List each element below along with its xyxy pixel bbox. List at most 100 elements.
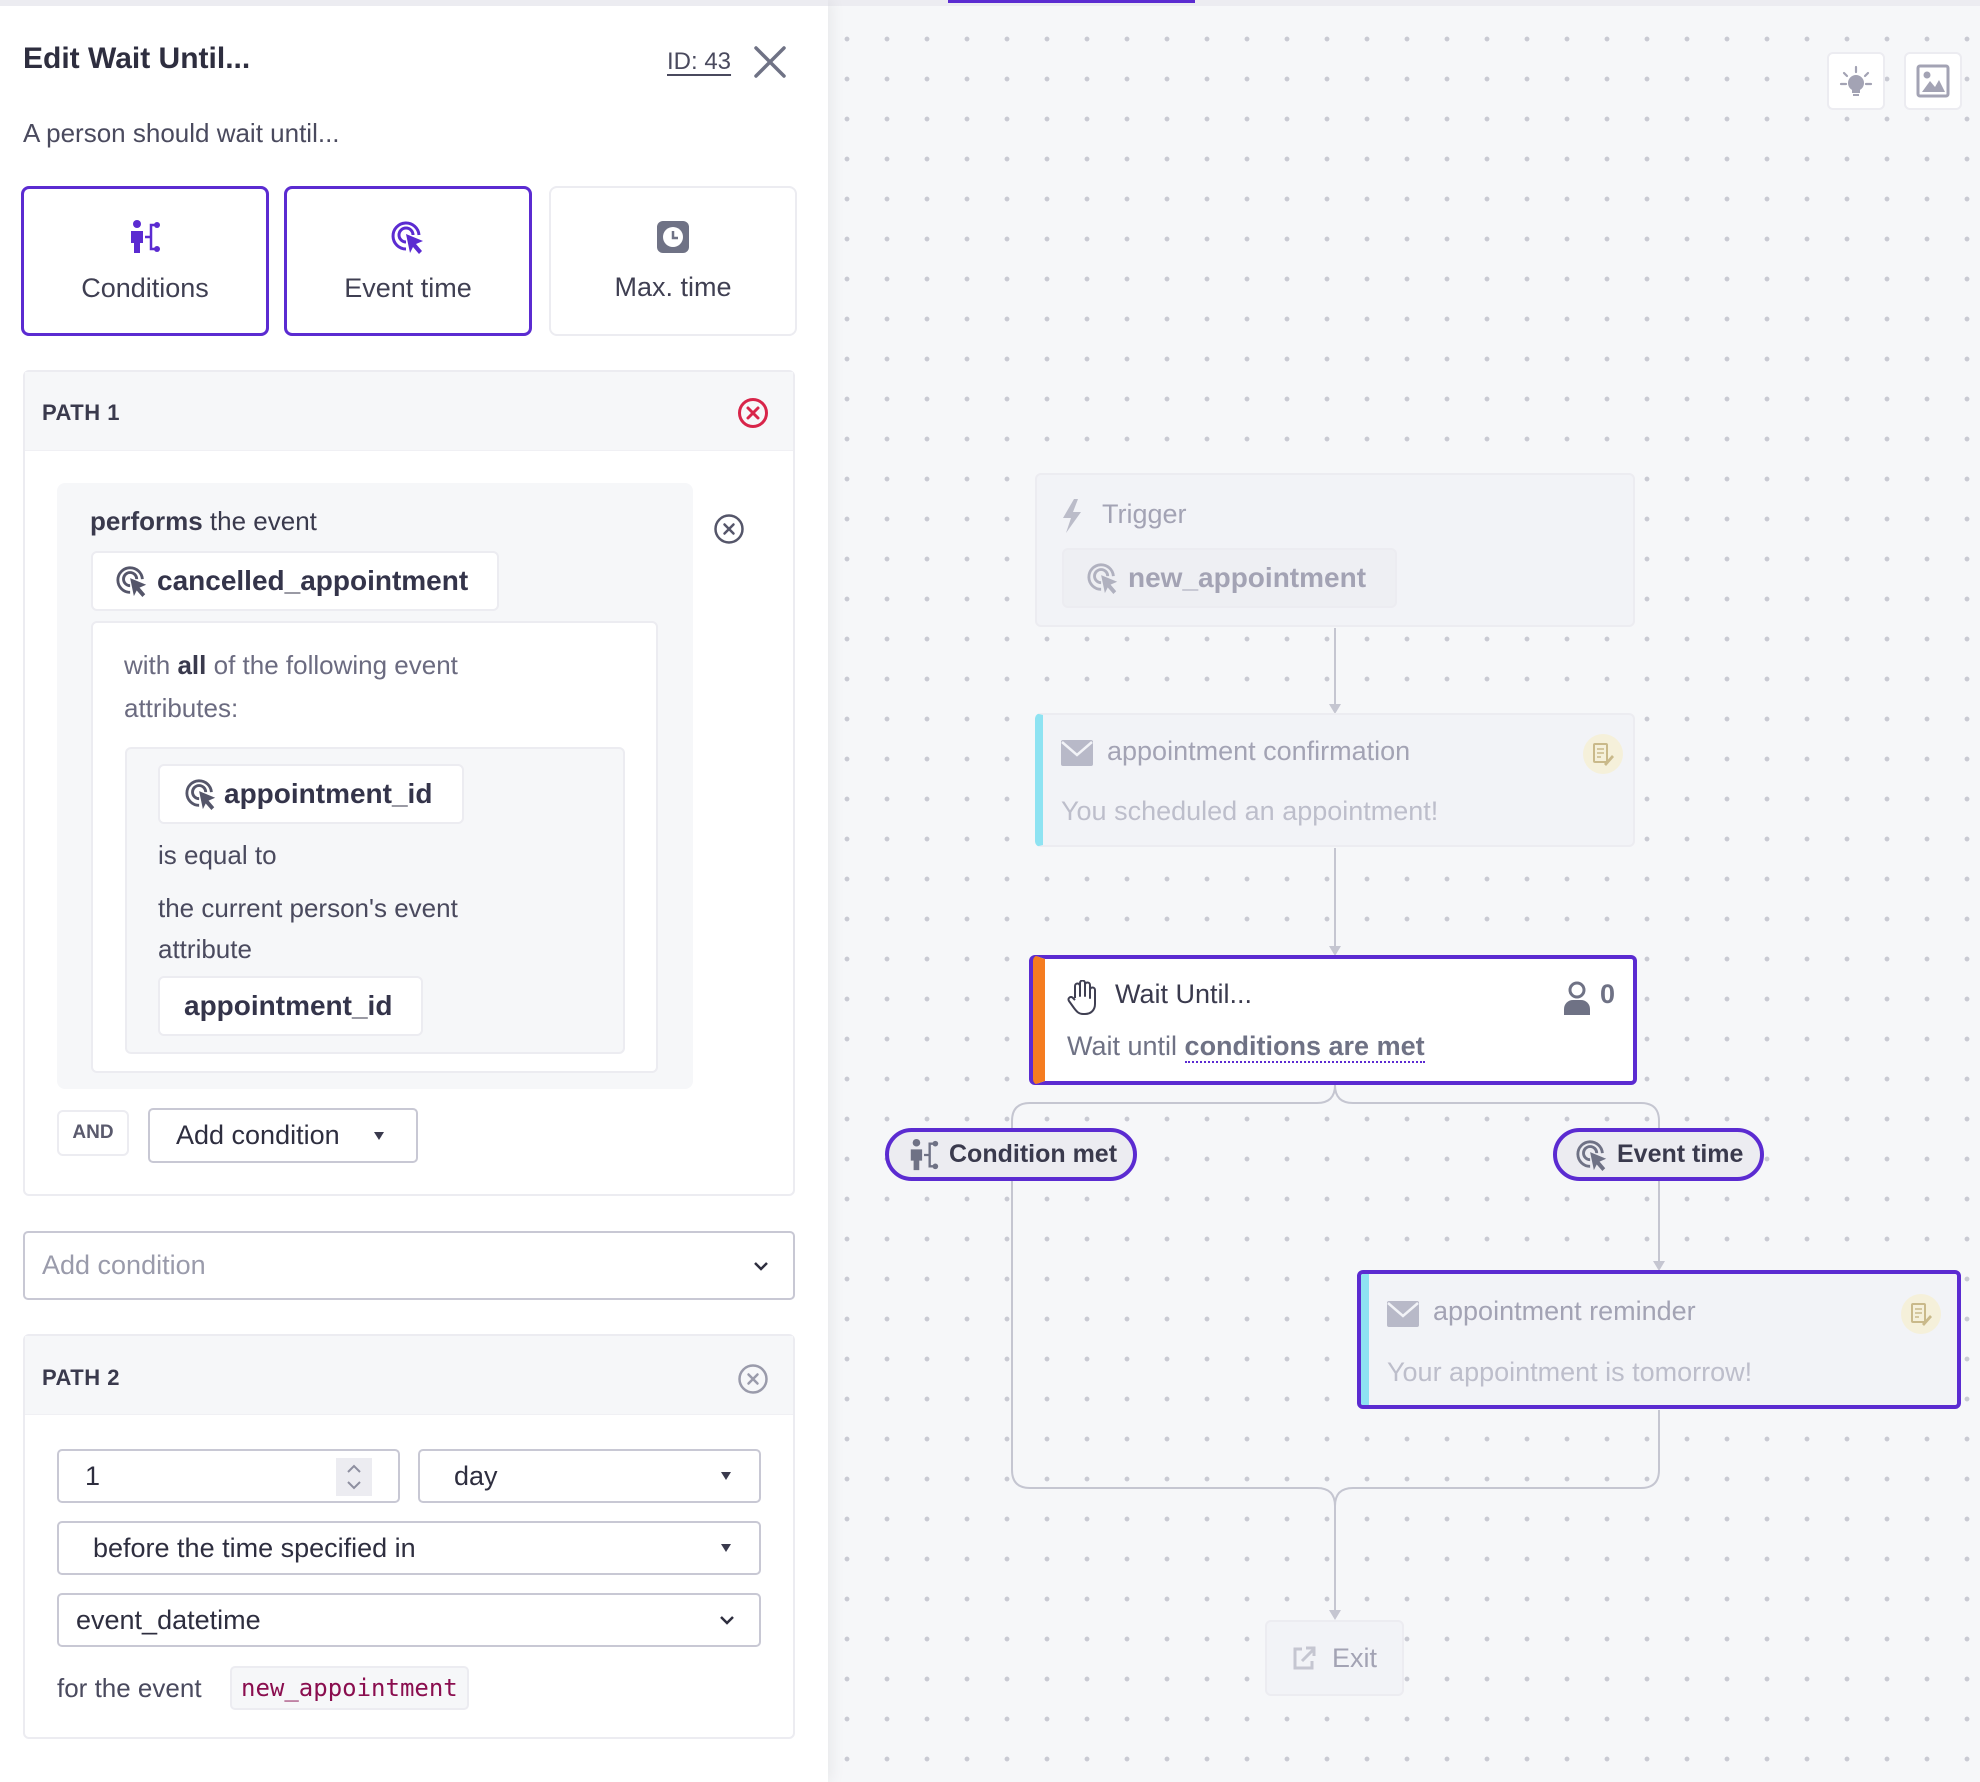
event-code-chip: new_appointment: [230, 1666, 469, 1710]
panel-title: Edit Wait Until...: [23, 42, 251, 75]
clock-icon: [657, 220, 689, 253]
chevron-down-icon: [720, 1616, 734, 1625]
remove-condition-icon[interactable]: [713, 513, 745, 545]
attribute-name: appointment_id: [224, 778, 433, 809]
path-1-header: PATH 1: [25, 372, 793, 451]
branch-condition-met-label: Condition met: [949, 1140, 1118, 1168]
exit-label: Exit: [1331, 1642, 1377, 1673]
unit-select[interactable]: day: [418, 1449, 761, 1503]
reminder-subject: Your appointment is tomorrow!: [1387, 1357, 1753, 1387]
chevron-down-icon: [754, 1261, 768, 1271]
edit-panel: Edit Wait Until... ID: 43 A person shoul…: [0, 0, 828, 1782]
email-accent-bar: [1361, 1274, 1369, 1405]
condition-verb-line: performs the event: [90, 506, 317, 537]
add-condition-dropdown[interactable]: Add condition: [148, 1108, 418, 1163]
attributes-intro: with all of the following event attribut…: [124, 644, 544, 730]
mode-conditions-button[interactable]: Conditions: [21, 186, 269, 336]
condition-verb-rest: the event: [202, 506, 317, 536]
reminder-title: appointment reminder: [1433, 1296, 1696, 1326]
amount-value: 1: [85, 1460, 101, 1491]
attribute-chip[interactable]: appointment_id: [158, 764, 464, 824]
confirmation-title: appointment confirmation: [1107, 736, 1411, 766]
close-icon[interactable]: [752, 44, 788, 80]
mode-event-time-button[interactable]: Event time: [284, 186, 532, 336]
event-click-icon: [1087, 563, 1118, 595]
for-event-text: for the event: [57, 1673, 202, 1703]
branch-event-time-label: Event time: [1617, 1140, 1744, 1168]
operator-text[interactable]: is equal to: [158, 840, 277, 871]
mode-max-time-button[interactable]: Max. time: [549, 186, 797, 336]
condition-verb: performs: [90, 506, 203, 536]
comparison-text[interactable]: the current person's event attribute: [158, 888, 538, 970]
draft-badge: [1583, 734, 1623, 774]
person-branch-icon: [910, 1138, 939, 1170]
stepper-arrows-icon: [347, 1464, 361, 1490]
relation-select[interactable]: before the time specified in: [57, 1521, 761, 1575]
caret-down-icon: [721, 1544, 731, 1552]
trigger-event-name: new_appointment: [1128, 562, 1367, 593]
trigger-event-chip[interactable]: new_appointment: [1062, 548, 1397, 608]
wait-desc-prefix: Wait until: [1067, 1031, 1185, 1061]
node-id-link[interactable]: ID: 43: [667, 48, 731, 76]
wait-title: Wait Until...: [1115, 979, 1253, 1009]
relation-value: before the time specified in: [93, 1532, 416, 1563]
caret-down-icon: [721, 1472, 731, 1480]
add-condition-select[interactable]: Add condition: [23, 1231, 795, 1300]
envelope-icon: [1061, 740, 1093, 766]
mode-conditions-label: Conditions: [81, 272, 209, 303]
trigger-node[interactable]: Trigger new_appointment: [1035, 473, 1635, 627]
tips-button[interactable]: [1827, 52, 1885, 110]
path-1-label: PATH 1: [42, 400, 120, 425]
event-click-icon: [391, 221, 423, 254]
wait-until-node[interactable]: Wait Until... 0 Wait until conditions ar…: [1033, 955, 1637, 1085]
attrs-bold: all: [177, 650, 207, 680]
draft-badge: [1901, 1294, 1941, 1334]
remove-path-1-icon[interactable]: [737, 397, 769, 429]
lightning-icon: [1063, 499, 1081, 533]
add-condition-placeholder: Add condition: [42, 1250, 206, 1280]
add-condition-label: Add condition: [176, 1120, 340, 1150]
wait-person-count: 0: [1600, 979, 1616, 1009]
active-tab-indicator: [948, 0, 1195, 3]
panel-subtitle: A person should wait until...: [23, 118, 340, 148]
edit-note-icon: [1593, 743, 1614, 766]
attrs-prefix: with: [124, 650, 178, 680]
email-node-reminder[interactable]: appointment reminder Your appointment is…: [1357, 1270, 1961, 1409]
event-click-icon: [116, 566, 147, 598]
envelope-icon: [1387, 1301, 1419, 1327]
amount-stepper[interactable]: [336, 1458, 372, 1496]
branch-condition-met[interactable]: Condition met: [885, 1128, 1137, 1181]
hand-icon: [1067, 980, 1096, 1015]
caret-down-icon: [374, 1131, 384, 1140]
and-button[interactable]: AND: [57, 1110, 129, 1156]
event-name: cancelled_appointment: [157, 565, 469, 596]
trigger-title: Trigger: [1102, 499, 1187, 529]
person-count-icon: [1564, 981, 1590, 1015]
branch-event-time[interactable]: Event time: [1553, 1128, 1764, 1181]
wait-description: Wait until conditions are met: [1067, 1031, 1425, 1063]
image-icon: [1916, 64, 1950, 98]
edit-note-icon: [1911, 1303, 1932, 1326]
exit-node[interactable]: Exit: [1265, 1620, 1404, 1696]
event-click-icon: [1576, 1139, 1607, 1171]
mode-event-time-label: Event time: [344, 272, 472, 303]
compare-value-chip[interactable]: appointment_id: [158, 976, 423, 1036]
event-click-icon: [185, 779, 216, 811]
path-2-label: PATH 2: [42, 1365, 120, 1390]
external-exit-icon: [1293, 1646, 1316, 1670]
event-name-chip[interactable]: cancelled_appointment: [91, 551, 499, 611]
path-2-header: PATH 2: [25, 1336, 793, 1415]
export-image-button[interactable]: [1904, 52, 1962, 110]
person-branch-icon: [131, 219, 160, 253]
wait-conditions-link[interactable]: conditions are met: [1184, 1031, 1425, 1063]
unit-value: day: [454, 1460, 498, 1491]
compare-value: appointment_id: [184, 990, 393, 1021]
attribute-value: event_datetime: [76, 1604, 261, 1635]
amount-input[interactable]: 1: [57, 1449, 400, 1503]
mode-max-time-label: Max. time: [614, 271, 732, 302]
confirmation-subject: You scheduled an appointment!: [1061, 796, 1439, 826]
lightbulb-icon: [1839, 65, 1873, 96]
attribute-select[interactable]: event_datetime: [57, 1593, 761, 1647]
remove-path-2-icon[interactable]: [737, 1363, 769, 1395]
email-node-confirmation[interactable]: appointment confirmation You scheduled a…: [1035, 713, 1635, 847]
